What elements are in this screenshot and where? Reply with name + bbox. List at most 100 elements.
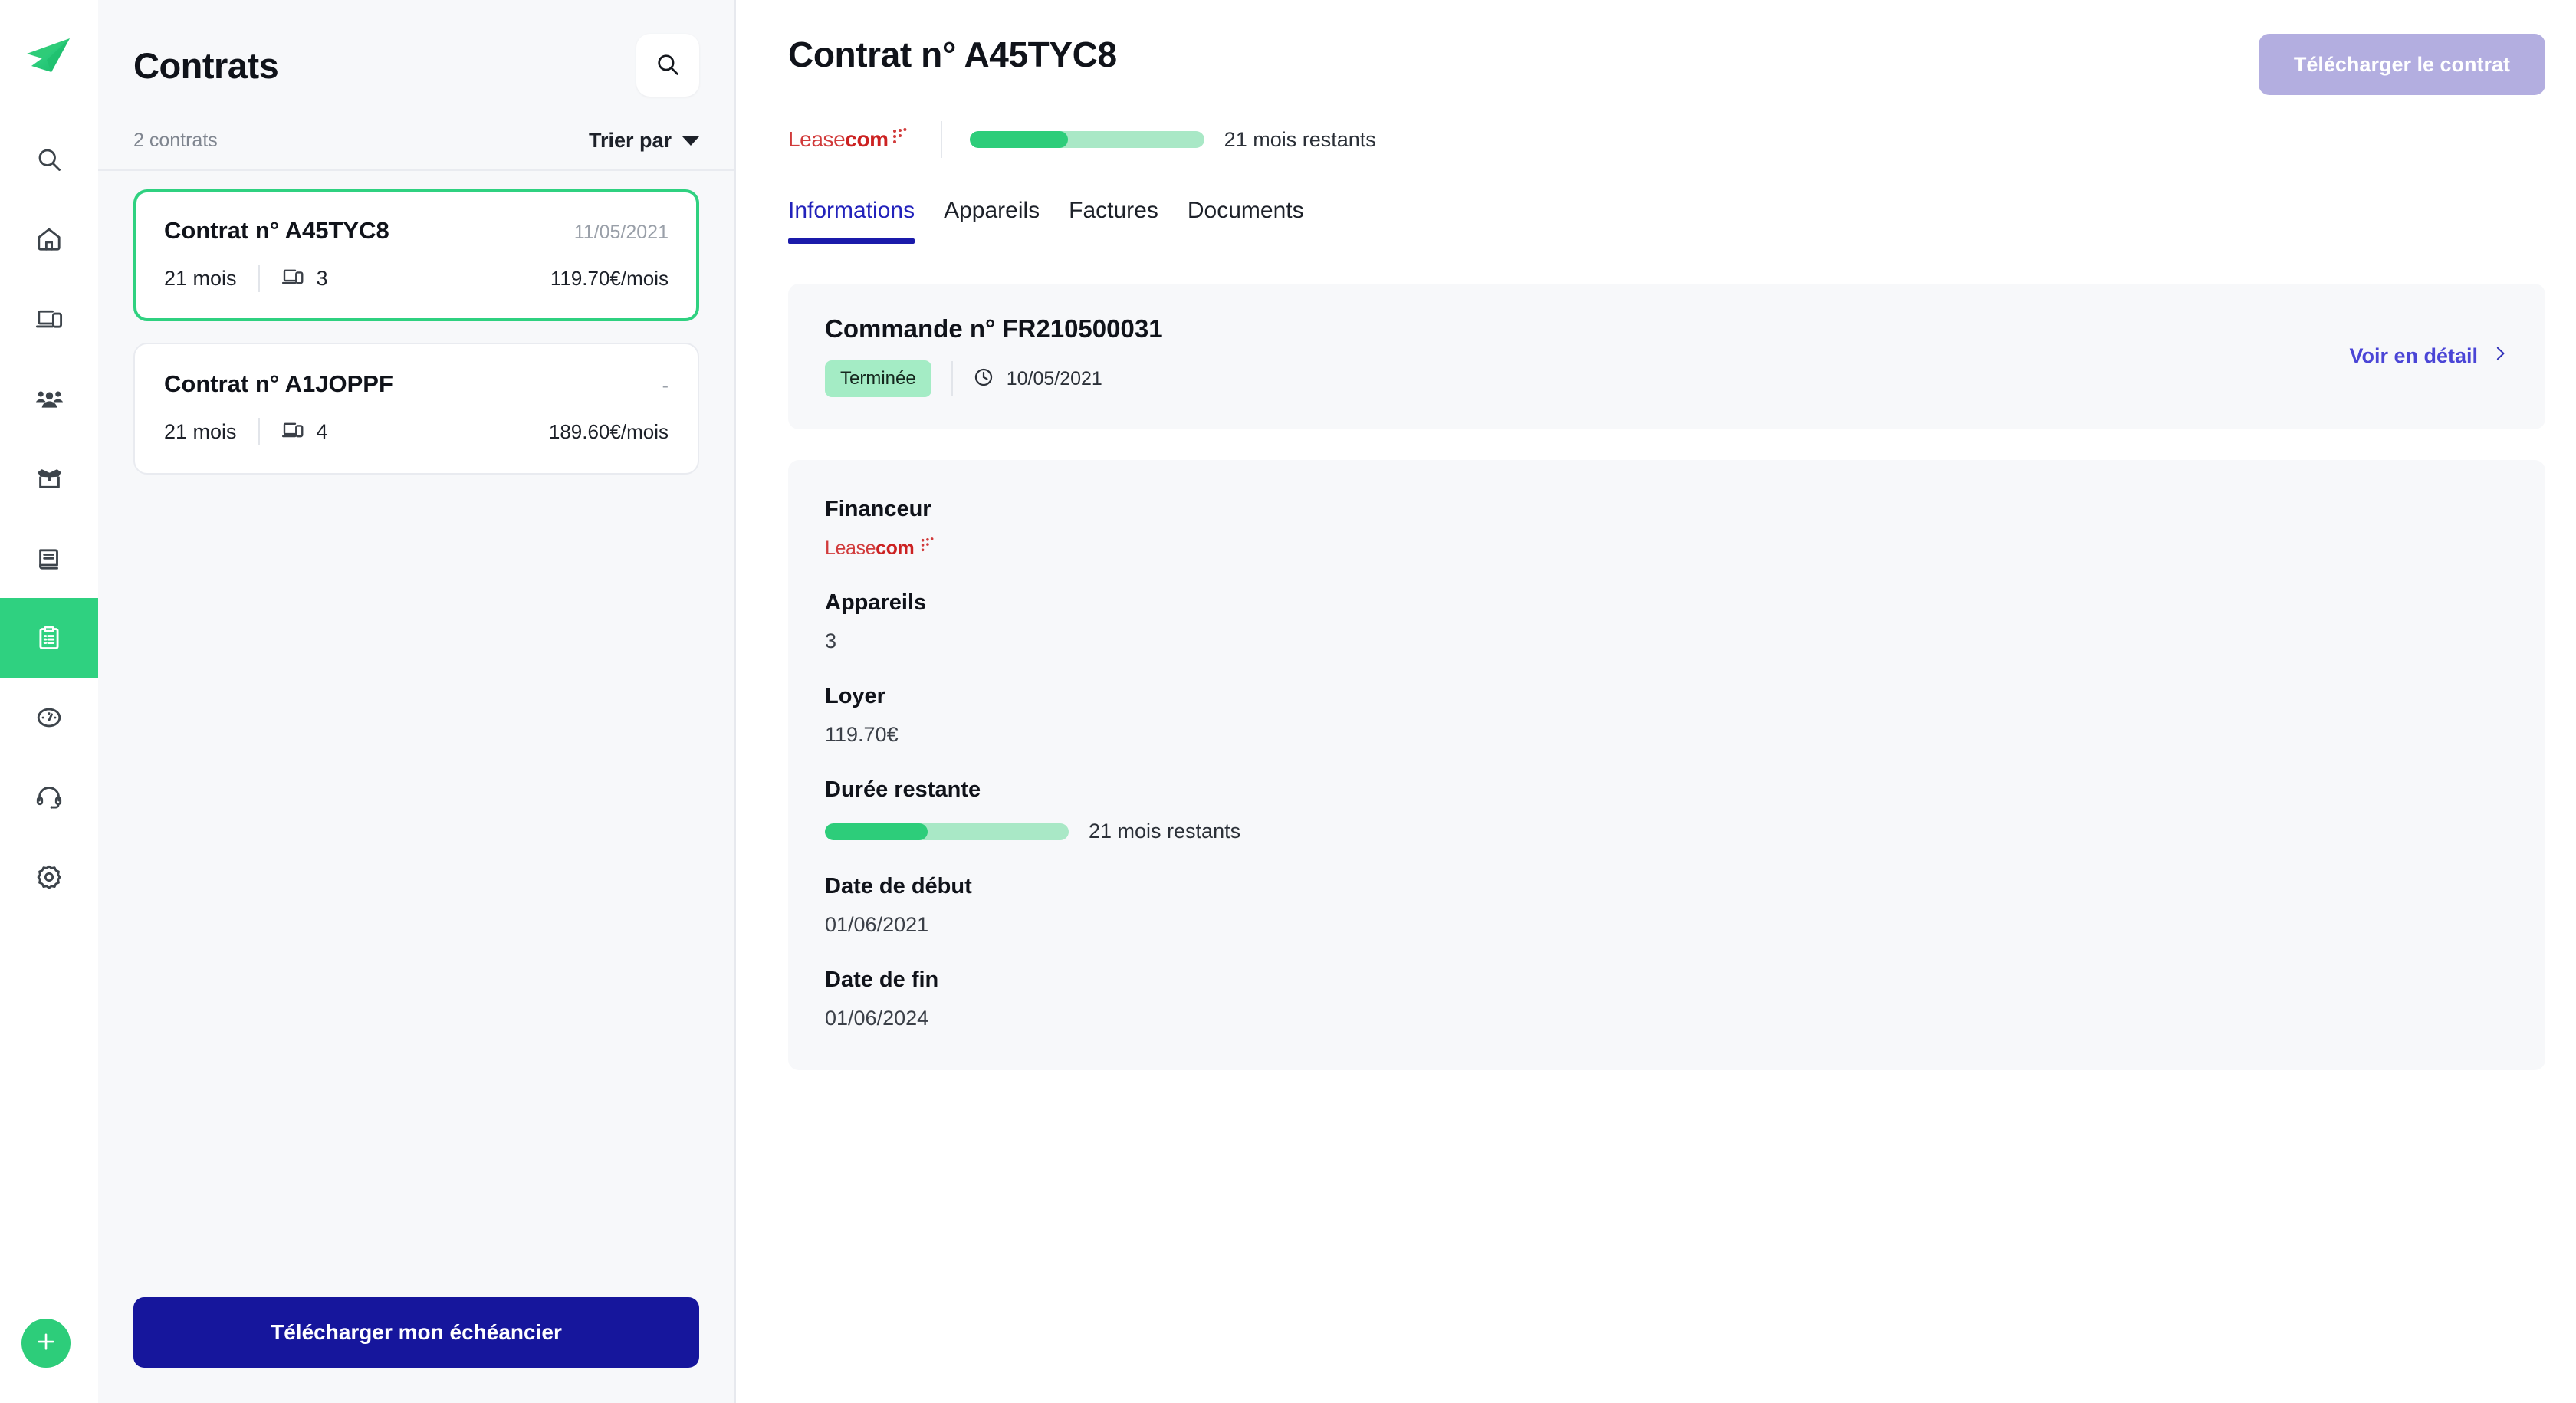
field-value: 01/06/2024 — [825, 1007, 929, 1030]
sort-by-label: Trier par — [588, 129, 672, 152]
contract-date: - — [662, 375, 669, 396]
tab-appareils[interactable]: Appareils — [944, 198, 1040, 244]
contracts-card-list: Contrat n° A45TYC8 11/05/2021 21 mois 3 … — [98, 171, 734, 475]
tab-factures[interactable]: Factures — [1069, 198, 1158, 244]
order-date: 10/05/2021 — [1006, 367, 1102, 389]
leasecom-dots-icon — [892, 128, 907, 143]
download-contract-button[interactable]: Télécharger le contrat — [2258, 34, 2545, 95]
contract-price: 119.70€/mois — [550, 266, 669, 290]
sidebar-item-dashboard[interactable] — [0, 678, 98, 757]
divider — [940, 121, 942, 158]
list-panel-subheader: 2 contrats Trier par — [98, 97, 734, 171]
leasecom-logo: Leasecom — [788, 127, 907, 153]
view-detail-label: Voir en détail — [2349, 343, 2478, 367]
tab-documents[interactable]: Documents — [1188, 198, 1304, 244]
contract-duration: 21 mois — [164, 419, 237, 443]
fleet-paper-plane-logo[interactable] — [25, 37, 73, 80]
sidebar-item-devices[interactable] — [0, 279, 98, 359]
contract-card[interactable]: Contrat n° A45TYC8 11/05/2021 21 mois 3 … — [133, 189, 699, 321]
contract-duration: 21 mois — [164, 266, 237, 290]
clock-icon — [973, 366, 994, 392]
sort-by-dropdown[interactable]: Trier par — [589, 129, 699, 153]
devices-icon — [281, 265, 304, 292]
contracts-count: 2 contrats — [133, 130, 218, 151]
open-box-icon — [35, 465, 64, 493]
order-title: Commande n° FR210500031 — [825, 314, 1163, 343]
download-schedule-button[interactable]: Télécharger mon échéancier — [133, 1297, 699, 1368]
plus-icon — [34, 1330, 58, 1357]
field-label: Date de début — [825, 874, 972, 899]
add-button[interactable] — [21, 1319, 71, 1368]
clipboard-icon — [35, 624, 63, 652]
main-header: Contrat n° A45TYC8 Télécharger le contra… — [736, 0, 2576, 244]
field-label: Date de fin — [825, 968, 939, 992]
device-count: 4 — [316, 419, 328, 443]
contract-price: 189.60€/mois — [548, 419, 669, 443]
sidebar-item-orders[interactable] — [0, 439, 98, 518]
leasecom-logo: Leasecom — [825, 536, 2509, 560]
field-label: Loyer — [825, 684, 886, 708]
field-appareils: Appareils 3 — [825, 590, 2509, 653]
contract-card[interactable]: Contrat n° A1JOPPF - 21 mois 4 189.60€/m… — [133, 343, 699, 475]
leasecom-dots-icon — [921, 537, 934, 552]
divider — [258, 418, 260, 445]
view-detail-link[interactable]: Voir en détail — [2349, 342, 2509, 370]
leasecom-logo-text: Leasecom — [825, 537, 915, 559]
chevron-right-icon — [2492, 342, 2509, 370]
list-panel-header: Contrats — [98, 0, 734, 97]
sidebar-item-support[interactable] — [0, 757, 98, 837]
field-date-debut: Date de début 01/06/2021 — [825, 874, 2509, 937]
page-title: Contrats — [133, 44, 279, 86]
contract-meta-row: Leasecom 21 mois restants — [788, 121, 2545, 158]
remaining-duration-progressbar — [825, 823, 1069, 840]
rail-item-list — [0, 120, 98, 917]
tabs-underline — [788, 242, 2576, 244]
home-icon — [35, 225, 63, 253]
list-panel-footer: Télécharger mon échéancier — [98, 1297, 734, 1403]
remaining-duration-label: 21 mois restants — [1089, 820, 1241, 843]
search-button[interactable] — [636, 34, 699, 97]
sidebar-item-settings[interactable] — [0, 837, 98, 917]
divider — [951, 361, 953, 396]
field-duree-restante: Durée restante 21 mois restants — [825, 777, 2509, 843]
order-card: Commande n° FR210500031 Terminée 10/05/2… — [788, 284, 2545, 429]
devices-icon — [35, 305, 63, 333]
users-icon — [35, 385, 64, 413]
field-date-fin: Date de fin 01/06/2024 — [825, 968, 2509, 1030]
progressbar-fill — [969, 131, 1069, 148]
sidebar-item-search[interactable] — [0, 120, 98, 199]
contract-info-panel: Financeur Leasecom Appareils 3 Loyer 119… — [788, 460, 2545, 1070]
app-root: Contrats 2 contrats Trier par Contrat n°… — [0, 0, 2576, 1403]
sidebar-item-users[interactable] — [0, 359, 98, 439]
status-badge: Terminée — [825, 360, 932, 397]
sidebar-item-home[interactable] — [0, 199, 98, 279]
remaining-duration-progressbar — [969, 131, 1204, 148]
tab-informations[interactable]: Informations — [788, 198, 915, 244]
contract-date: 11/05/2021 — [573, 222, 669, 243]
book-icon — [35, 544, 63, 572]
icon-rail — [0, 0, 98, 1403]
sidebar-item-invoices[interactable] — [0, 518, 98, 598]
chevron-down-icon — [682, 136, 699, 146]
field-financeur: Financeur Leasecom — [825, 497, 2509, 560]
field-loyer: Loyer 119.70€ — [825, 684, 2509, 747]
gear-icon — [35, 863, 63, 891]
field-value: 3 — [825, 629, 837, 652]
field-label: Appareils — [825, 590, 927, 615]
content-tabs: Informations Appareils Factures Document… — [788, 198, 2576, 244]
leasecom-logo-text: Leasecom — [788, 127, 889, 151]
search-icon — [35, 146, 63, 173]
gauge-icon — [35, 704, 63, 731]
main-content: Contrat n° A45TYC8 Télécharger le contra… — [736, 0, 2576, 1403]
remaining-duration-label: 21 mois restants — [1224, 127, 1376, 151]
devices-icon — [281, 419, 304, 445]
field-label: Durée restante — [825, 777, 981, 802]
headset-icon — [35, 784, 63, 811]
contract-title: Contrat n° A45TYC8 — [788, 34, 1117, 74]
field-label: Financeur — [825, 497, 932, 521]
contracts-list-panel: Contrats 2 contrats Trier par Contrat n°… — [98, 0, 736, 1403]
device-count: 3 — [316, 266, 328, 290]
sidebar-item-contracts[interactable] — [0, 598, 98, 678]
divider — [258, 264, 260, 292]
field-value: 01/06/2021 — [825, 913, 929, 936]
